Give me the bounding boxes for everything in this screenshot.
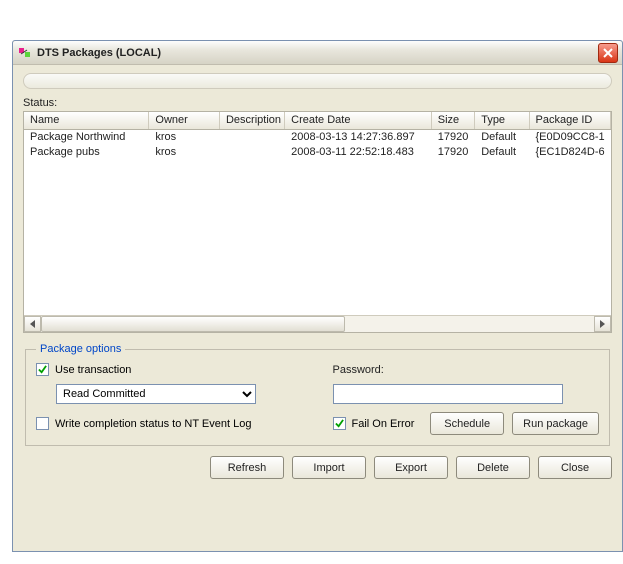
use-transaction-row: Use transaction xyxy=(36,363,303,376)
horizontal-scrollbar[interactable] xyxy=(24,315,611,332)
table-row[interactable]: Package pubskros 2008-03-11 22:52:18.4831… xyxy=(24,145,611,160)
fail-on-error-label: Fail On Error xyxy=(352,418,415,430)
isolation-row: Read Committed xyxy=(36,384,303,404)
cell-description xyxy=(219,130,284,145)
app-icon xyxy=(17,45,33,61)
app-window: DTS Packages (LOCAL) Status: Name Owner … xyxy=(0,0,623,564)
blank-area xyxy=(0,0,623,40)
run-package-button[interactable]: Run package xyxy=(512,412,599,435)
cell-name: Package pubs xyxy=(24,145,149,160)
fail-error-and-buttons-row: Fail On Error Schedule Run package xyxy=(333,412,600,435)
chevron-right-icon xyxy=(600,320,605,328)
package-options-legend: Package options xyxy=(36,343,125,355)
chevron-left-icon xyxy=(30,320,35,328)
close-button[interactable]: Close xyxy=(538,456,612,479)
cell-create_date: 2008-03-11 22:52:18.483 xyxy=(285,145,432,160)
cell-type: Default xyxy=(475,145,529,160)
window-title: DTS Packages (LOCAL) xyxy=(37,47,161,59)
scroll-track[interactable] xyxy=(41,316,594,332)
titlebar[interactable]: DTS Packages (LOCAL) xyxy=(13,41,622,65)
cell-package_id: {EC1D824D-6 xyxy=(529,145,611,160)
completion-log-row: Write completion status to NT Event Log xyxy=(36,417,303,430)
cell-description xyxy=(219,145,284,160)
isolation-level-select[interactable]: Read Committed xyxy=(56,384,256,404)
scroll-left-button[interactable] xyxy=(24,316,41,332)
col-owner[interactable]: Owner xyxy=(149,112,220,129)
scroll-thumb[interactable] xyxy=(41,316,345,332)
completion-log-checkbox[interactable] xyxy=(36,417,49,430)
fail-on-error-row: Fail On Error xyxy=(333,417,415,430)
password-input[interactable] xyxy=(333,384,563,404)
col-type[interactable]: Type xyxy=(475,112,529,129)
cell-name: Package Northwind xyxy=(24,130,149,145)
cell-package_id: {E0D09CC8-1 xyxy=(529,130,611,145)
table-row[interactable]: Package Northwindkros 2008-03-13 14:27:36… xyxy=(24,130,611,145)
status-label: Status: xyxy=(23,97,612,109)
completion-log-label: Write completion status to NT Event Log xyxy=(55,418,251,430)
schedule-button[interactable]: Schedule xyxy=(430,412,504,435)
cell-owner: kros xyxy=(149,130,220,145)
progress-bar xyxy=(23,73,612,89)
grid-header: Name Owner Description Create Date Size … xyxy=(24,112,611,130)
use-transaction-checkbox[interactable] xyxy=(36,363,49,376)
export-button[interactable]: Export xyxy=(374,456,448,479)
packages-grid[interactable]: Name Owner Description Create Date Size … xyxy=(23,111,612,333)
dialog-content: Status: Name Owner Description Create Da… xyxy=(13,65,622,489)
use-transaction-label: Use transaction xyxy=(55,364,131,376)
bottom-buttons: Refresh Import Export Delete Close xyxy=(23,456,612,479)
cell-owner: kros xyxy=(149,145,220,160)
col-package-id[interactable]: Package ID xyxy=(529,112,611,129)
col-description[interactable]: Description xyxy=(219,112,284,129)
refresh-button[interactable]: Refresh xyxy=(210,456,284,479)
import-button[interactable]: Import xyxy=(292,456,366,479)
scroll-right-button[interactable] xyxy=(594,316,611,332)
col-size[interactable]: Size xyxy=(431,112,474,129)
fail-on-error-checkbox[interactable] xyxy=(333,417,346,430)
cell-size: 17920 xyxy=(431,130,474,145)
grid-body: Package Northwindkros 2008-03-13 14:27:36… xyxy=(24,130,611,160)
password-row xyxy=(333,384,600,404)
password-label: Password: xyxy=(333,364,600,376)
col-name[interactable]: Name xyxy=(24,112,149,129)
delete-button[interactable]: Delete xyxy=(456,456,530,479)
package-options-group: Package options Use transaction Password… xyxy=(25,343,610,446)
cell-create_date: 2008-03-13 14:27:36.897 xyxy=(285,130,432,145)
cell-type: Default xyxy=(475,130,529,145)
dialog: DTS Packages (LOCAL) Status: Name Owner … xyxy=(12,40,623,552)
close-icon[interactable] xyxy=(598,43,618,63)
col-create-date[interactable]: Create Date xyxy=(285,112,432,129)
cell-size: 17920 xyxy=(431,145,474,160)
